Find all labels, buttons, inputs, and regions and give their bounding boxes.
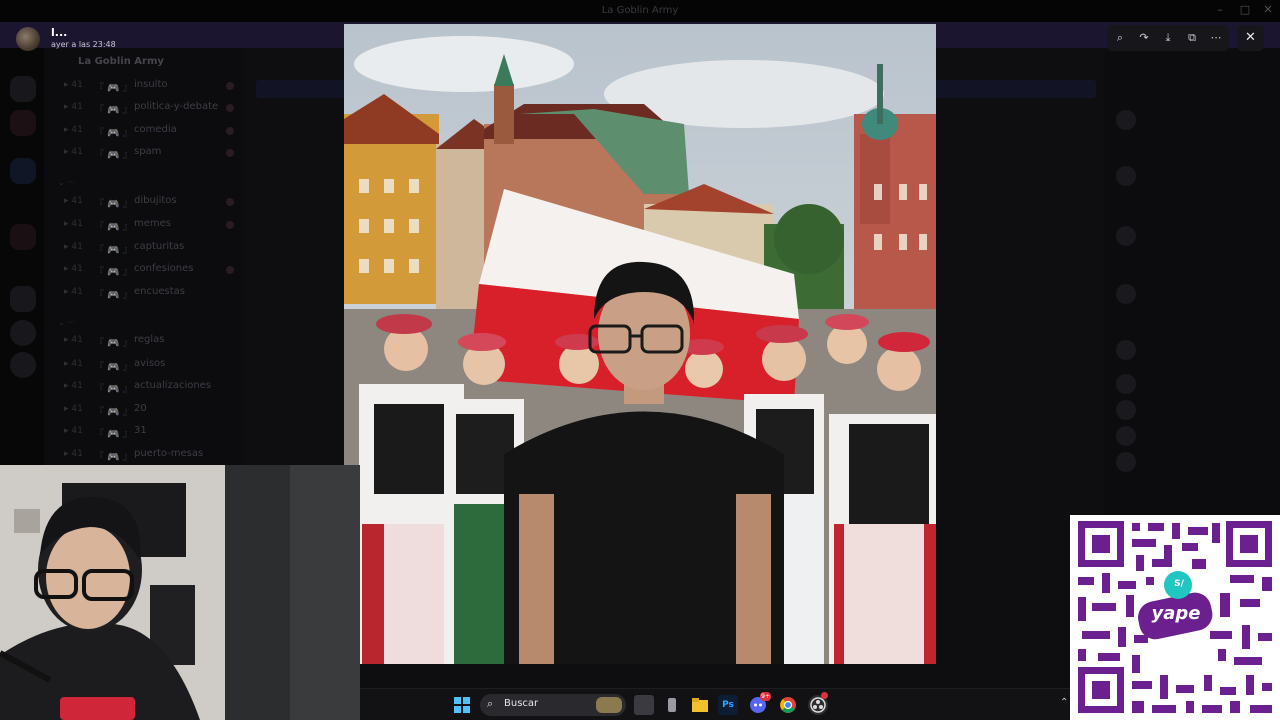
channel-item[interactable]: ▸ 41 『 🎮 』 comedia	[64, 123, 234, 139]
member-item[interactable]	[1116, 226, 1272, 246]
channel-item[interactable]: ▸ 41 『 🎮 』 31	[64, 424, 234, 440]
file-explorer-icon[interactable]	[690, 695, 710, 715]
obs-recording-indicator	[821, 692, 828, 699]
viewer-image[interactable]	[344, 24, 936, 664]
minimize-icon[interactable]: –	[1206, 3, 1234, 19]
download-icon[interactable]: ⤓	[1156, 25, 1180, 51]
windows-start-icon[interactable]	[452, 695, 472, 715]
forward-icon[interactable]: ↷	[1132, 25, 1156, 51]
server-icon[interactable]	[10, 76, 36, 102]
member-item[interactable]	[1116, 340, 1272, 360]
channel-item[interactable]: ▸ 41 『 🎮 』 20	[64, 402, 234, 418]
channel-list: La Goblin Army ▸ 41 『 🎮 』 insulto ▸ 41 『 🎮 …	[44, 48, 244, 468]
uploader-avatar[interactable]	[16, 27, 40, 51]
yape-logo-text: yape	[1151, 603, 1201, 624]
member-item[interactable]	[1116, 166, 1272, 186]
channel-item[interactable]: ▸ 41 『 🎮 』 confesiones	[64, 262, 234, 278]
task-view-icon[interactable]	[634, 695, 654, 715]
more-icon[interactable]: ⋯	[1204, 25, 1228, 51]
channel-item[interactable]: ▸ 41 『 🎮 』 spam	[64, 145, 234, 161]
viewer-toolbar: ⌕ ↷ ⤓ ⧉ ⋯	[1107, 25, 1229, 51]
search-icon: ⌕	[487, 697, 494, 710]
discord-notification-badge: 9+	[760, 692, 771, 701]
screen: La Goblin Army – □ ✕ La Goblin Army ▸ 41…	[0, 0, 1280, 720]
chrome-icon[interactable]	[778, 695, 798, 715]
member-item[interactable]	[1116, 110, 1272, 130]
add-server-icon[interactable]	[10, 320, 36, 346]
member-item[interactable]	[1116, 452, 1272, 472]
channel-item[interactable]: ▸ 41 『 🎮 』 actualizaciones	[64, 379, 234, 395]
member-item[interactable]	[1116, 374, 1272, 394]
close-icon[interactable]: ✕	[1237, 25, 1264, 51]
member-item[interactable]	[1116, 284, 1272, 304]
search-highlight-icon	[596, 697, 622, 713]
photo-artwork	[344, 24, 936, 664]
channel-item[interactable]: ▸ 41 『 🎮 』 memes	[64, 217, 234, 233]
member-item[interactable]	[1116, 400, 1272, 420]
file-manager-icon[interactable]	[662, 695, 682, 715]
taskbar-search[interactable]: ⌕ Buscar	[480, 694, 626, 716]
channel-item[interactable]: ▸ 41 『 🎮 』 reglas	[64, 333, 234, 349]
discord-icon[interactable]: 9+	[748, 692, 771, 715]
server-icon[interactable]	[10, 224, 36, 250]
window-close-icon[interactable]: ✕	[1254, 3, 1280, 19]
member-item[interactable]	[1116, 426, 1272, 446]
zoom-icon[interactable]: ⌕	[1108, 25, 1132, 51]
server-icon[interactable]	[10, 158, 36, 184]
taskbar: ⌕ Buscar Ps 9+ ⌃	[360, 688, 1070, 720]
search-placeholder: Buscar	[504, 698, 539, 709]
window-title: La Goblin Army	[601, 5, 679, 16]
channel-item[interactable]: ▸ 41 『 🎮 』 avisos	[64, 357, 234, 373]
webcam-artwork	[0, 465, 360, 720]
upload-timestamp: ayer a las 23:48	[51, 40, 116, 49]
window-titlebar: La Goblin Army – □ ✕	[0, 0, 1280, 22]
uploader-name[interactable]: l...	[51, 26, 67, 39]
webcam-overlay	[0, 465, 360, 720]
server-sidebar	[0, 48, 44, 468]
photoshop-icon[interactable]: Ps	[718, 695, 738, 715]
channel-item[interactable]: ▸ 41 『 🎮 』 encuestas	[64, 285, 234, 301]
server-icon[interactable]	[10, 110, 36, 136]
channel-item[interactable]: ▸ 41 『 🎮 』 capturitas	[64, 240, 234, 256]
channel-item[interactable]: ▸ 41 『 🎮 』 insulto	[64, 78, 234, 94]
obs-icon[interactable]	[808, 692, 828, 715]
yape-qr-code: S/ yape	[1070, 515, 1280, 720]
open-external-icon[interactable]: ⧉	[1180, 25, 1204, 51]
yape-currency: S/	[1174, 579, 1184, 589]
channel-category[interactable]: ⌄ ···	[58, 318, 75, 327]
explore-icon[interactable]	[10, 352, 36, 378]
channel-item[interactable]: ▸ 41 『 🎮 』 dibujitos	[64, 194, 234, 210]
taskbar-overflow-chevron-icon[interactable]: ⌃	[1060, 697, 1068, 708]
channel-item[interactable]: ▸ 41 『 🎮 』 politica-y-debate	[64, 100, 234, 116]
channel-category[interactable]: ⌄ ···	[58, 178, 75, 187]
server-icon[interactable]	[10, 286, 36, 312]
channel-item[interactable]: ▸ 41 『 🎮 』 puerto-mesas	[64, 447, 234, 463]
